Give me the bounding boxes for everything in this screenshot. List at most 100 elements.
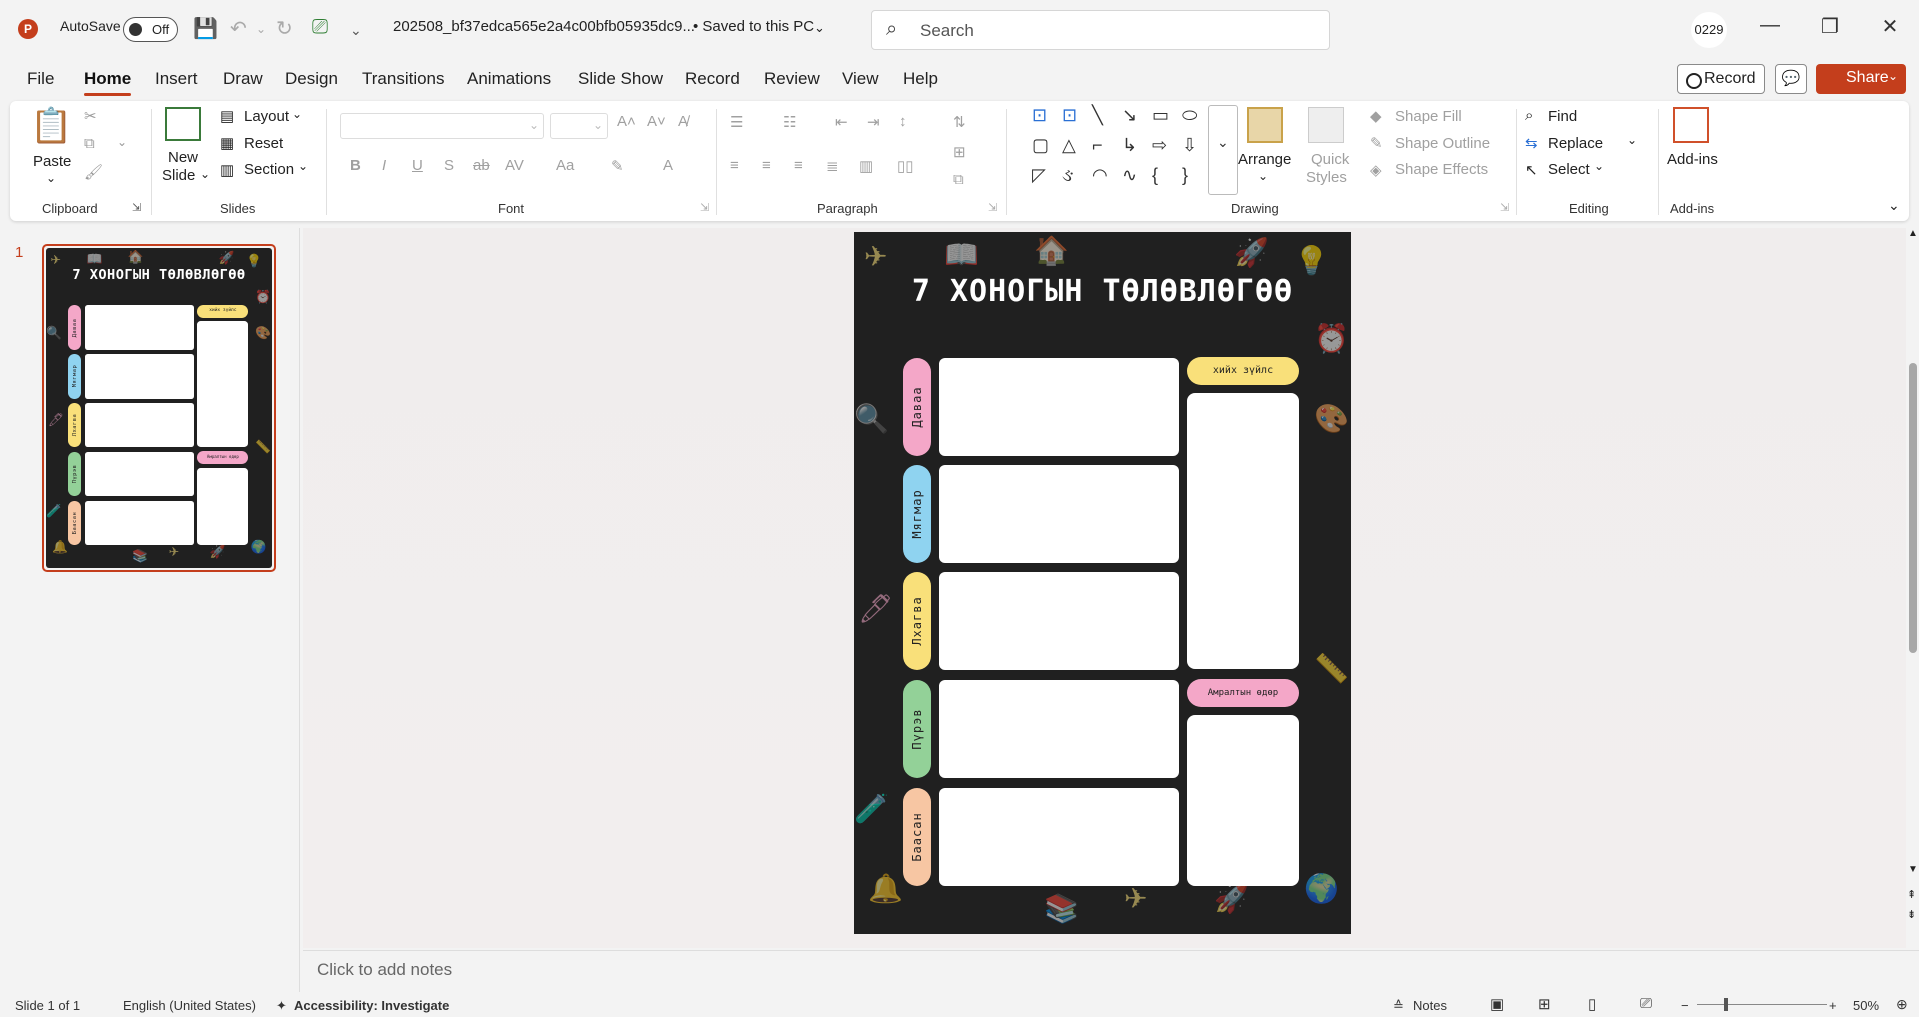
justify-icon[interactable]: ≣ bbox=[826, 157, 839, 175]
tab-help[interactable]: Help bbox=[903, 69, 938, 89]
shape-effects-button[interactable]: Shape Effects bbox=[1395, 161, 1488, 178]
day-box[interactable] bbox=[939, 465, 1179, 563]
text-direction-icon[interactable]: ⇅ bbox=[953, 113, 966, 131]
section-icon[interactable]: ▥ bbox=[220, 161, 234, 179]
reset-button[interactable]: Reset bbox=[244, 135, 283, 152]
layout-chevron-icon[interactable]: ⌄ bbox=[292, 107, 302, 121]
thumb-day-box[interactable] bbox=[84, 451, 194, 497]
layout-button[interactable]: Layout bbox=[244, 108, 289, 125]
vertical-scrollbar[interactable]: ▲ ▼ ⇞ ⇟ bbox=[1906, 228, 1919, 948]
add-ins-button[interactable]: Add-ins bbox=[1667, 151, 1718, 168]
distributed-icon[interactable]: ▥ bbox=[859, 157, 873, 175]
section-chevron-icon[interactable]: ⌄ bbox=[298, 159, 308, 173]
bullets-icon[interactable]: ☰ bbox=[730, 113, 743, 131]
strikethrough-icon[interactable]: ab bbox=[473, 157, 490, 174]
notes-icon[interactable]: ≙ bbox=[1393, 998, 1404, 1014]
thumb-day-box[interactable] bbox=[84, 305, 194, 350]
shapes-gallery[interactable]: ⊡ ⊡ ╲ ↘ ▭ ⬭ ▢ △ ⌐ ↳ ⇨ ⇩ ◸ ઙ ◠ ∿ { } ⌄ bbox=[1026, 105, 1238, 195]
save-status[interactable]: • Saved to this PC bbox=[693, 18, 814, 35]
tab-review[interactable]: Review bbox=[764, 69, 820, 89]
copy-icon[interactable]: ⧉ bbox=[84, 135, 95, 152]
paste-icon[interactable]: 📋 bbox=[30, 106, 72, 146]
rest-pill[interactable]: Амралтын өдөр bbox=[1187, 679, 1299, 707]
notes-button[interactable]: Notes bbox=[1413, 998, 1447, 1013]
arrange-icon[interactable] bbox=[1247, 107, 1283, 143]
tab-draw[interactable]: Draw bbox=[223, 69, 263, 89]
thumb-day-box[interactable] bbox=[84, 500, 194, 546]
undo-icon[interactable]: ↶ bbox=[230, 16, 247, 41]
slide-canvas[interactable]: ✈ 📖 🏠 🚀 💡 ⏰ 🎨 🔍 🖊 🧪 🔔 📚 ✈ 🚀 🌍 📏 7 ХОНОГЫН ТӨЛӨВЛӨГӨӨ Дава… bbox=[854, 232, 1351, 934]
thumb-day-pill[interactable]: Мягмар bbox=[68, 353, 81, 399]
tab-insert[interactable]: Insert bbox=[155, 69, 198, 89]
tab-transitions[interactable]: Transitions bbox=[362, 69, 445, 89]
scroll-up-icon[interactable]: ▲ bbox=[1908, 228, 1918, 239]
arc-shape-icon[interactable]: ◠ bbox=[1092, 165, 1108, 186]
align-center-icon[interactable]: ≡ bbox=[762, 157, 771, 174]
font-size-select[interactable]: ⌄ bbox=[550, 113, 608, 139]
layout-icon[interactable]: ▤ bbox=[220, 107, 234, 125]
line-shape-icon[interactable]: ╲ bbox=[1092, 105, 1103, 126]
copy-chevron-icon[interactable]: ⌄ bbox=[117, 135, 127, 149]
tab-file[interactable]: File bbox=[27, 69, 54, 89]
select-button[interactable]: Select bbox=[1548, 161, 1590, 178]
slide-title[interactable]: 7 ХОНОГЫН ТӨЛӨВЛӨГӨӨ bbox=[854, 274, 1351, 309]
shape-outline-icon[interactable]: ✎ bbox=[1370, 134, 1383, 152]
character-spacing-icon[interactable]: AV bbox=[505, 157, 524, 174]
down-arrow-shape-icon[interactable]: ⇩ bbox=[1182, 135, 1197, 156]
thumb-todo-pill[interactable]: хийх зүйлс bbox=[197, 304, 249, 318]
oval-shape-icon[interactable]: ⬭ bbox=[1182, 105, 1197, 126]
rest-box[interactable] bbox=[1187, 715, 1299, 886]
comments-button[interactable]: 💬 bbox=[1775, 64, 1807, 94]
align-left-icon[interactable]: ≡ bbox=[730, 157, 739, 174]
font-launcher-icon[interactable]: ⇲ bbox=[700, 201, 709, 214]
normal-view-icon[interactable]: ▣ bbox=[1490, 995, 1504, 1013]
quick-styles-icon[interactable] bbox=[1308, 107, 1344, 143]
arrange-chevron-icon[interactable]: ⌄ bbox=[1258, 169, 1268, 183]
thumb-day-pill[interactable]: Даваа bbox=[68, 305, 81, 350]
clear-formatting-icon[interactable]: A̸ bbox=[678, 113, 688, 130]
shapes-more-button[interactable]: ⌄ bbox=[1208, 105, 1238, 195]
shape-outline-button[interactable]: Shape Outline bbox=[1395, 135, 1490, 152]
tab-animations[interactable]: Animations bbox=[467, 69, 551, 89]
quick-styles-label-2[interactable]: Styles bbox=[1306, 169, 1347, 186]
underline-icon[interactable]: U bbox=[412, 157, 423, 174]
textbox-shape-icon[interactable]: ⊡ bbox=[1032, 105, 1047, 126]
slide-sorter-icon[interactable]: ⊞ bbox=[1538, 995, 1551, 1013]
shape-effects-icon[interactable]: ◈ bbox=[1370, 161, 1382, 179]
font-name-select[interactable]: ⌄ bbox=[340, 113, 544, 139]
new-slide-label-2[interactable]: Slide bbox=[162, 167, 195, 184]
slideshow-view-icon[interactable]: ⎚ bbox=[1640, 995, 1652, 1012]
scroll-down-icon[interactable]: ▼ bbox=[1908, 864, 1918, 875]
arrange-button[interactable]: Arrange bbox=[1238, 151, 1291, 168]
find-button[interactable]: Find bbox=[1548, 108, 1577, 125]
minimize-icon[interactable]: — bbox=[1750, 14, 1790, 37]
day-box[interactable] bbox=[939, 680, 1179, 778]
search-box[interactable]: ⌕ Search bbox=[871, 10, 1330, 50]
collapse-ribbon-icon[interactable]: ⌄ bbox=[1888, 197, 1900, 214]
elbow-arrow-shape-icon[interactable]: ↳ bbox=[1122, 135, 1137, 156]
day-pill[interactable]: Даваа bbox=[903, 358, 931, 456]
left-brace-shape-icon[interactable]: { bbox=[1152, 165, 1158, 186]
shape-fill-button[interactable]: Shape Fill bbox=[1395, 108, 1462, 125]
day-pill[interactable]: Лхагва bbox=[903, 572, 931, 670]
thumb-todo-box[interactable] bbox=[197, 321, 249, 447]
day-pill[interactable]: Мягмар bbox=[903, 465, 931, 563]
numbering-icon[interactable]: ☷ bbox=[783, 113, 796, 131]
day-box[interactable] bbox=[939, 572, 1179, 670]
undo-dropdown-icon[interactable]: ⌄ bbox=[256, 22, 266, 36]
columns-icon[interactable]: ▯▯ bbox=[897, 157, 914, 175]
drawing-launcher-icon[interactable]: ⇲ bbox=[1500, 201, 1509, 214]
quick-styles-label[interactable]: Quick bbox=[1311, 151, 1349, 168]
scroll-thumb[interactable] bbox=[1909, 363, 1917, 653]
new-slide-chevron-icon[interactable]: ⌄ bbox=[200, 167, 210, 181]
vertical-textbox-shape-icon[interactable]: ⊡ bbox=[1062, 105, 1077, 126]
zoom-in-icon[interactable]: + bbox=[1829, 998, 1837, 1013]
scribble-shape-icon[interactable]: ઙ bbox=[1062, 165, 1073, 186]
day-box[interactable] bbox=[939, 788, 1179, 886]
autosave-toggle[interactable]: Off bbox=[123, 17, 178, 42]
line-spacing-icon[interactable]: ↕ bbox=[899, 113, 907, 130]
paragraph-launcher-icon[interactable]: ⇲ bbox=[988, 201, 997, 214]
day-box[interactable] bbox=[939, 358, 1179, 456]
increase-indent-icon[interactable]: ⇥ bbox=[867, 113, 880, 131]
close-icon[interactable]: ✕ bbox=[1870, 14, 1910, 39]
